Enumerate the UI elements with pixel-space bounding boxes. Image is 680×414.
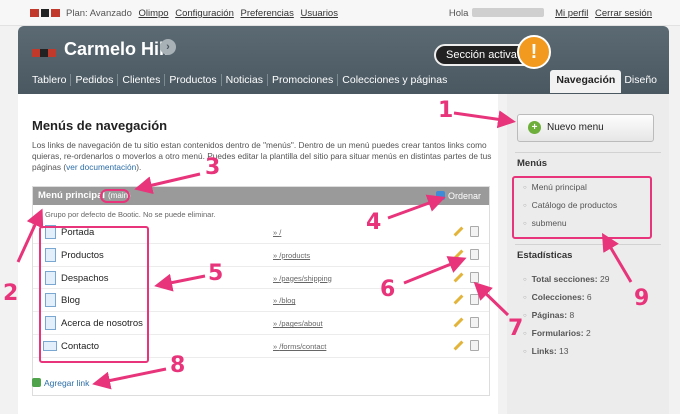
- menu-note: Grupo por defecto de Bootic. No se puede…: [45, 210, 216, 219]
- annotation-number-1: 1: [438, 98, 454, 123]
- plan-and-links: Plan: Avanzado Olimpo Configuración Pref…: [66, 8, 338, 19]
- intro-text: Los links de navegación de tu sitio esta…: [32, 140, 497, 173]
- go-to-store-icon[interactable]: ›: [160, 39, 176, 55]
- nav-diseno[interactable]: Diseño: [624, 74, 657, 86]
- store-header: Carmelo Hill › Tablero Pedidos Clientes Pro…: [18, 26, 669, 94]
- stat-label: Páginas:: [531, 310, 568, 320]
- link-configuracion[interactable]: Configuración: [175, 8, 234, 19]
- nav-clientes[interactable]: Clientes: [118, 74, 166, 86]
- menu-name: Menú principal: [38, 190, 106, 201]
- new-menu-label: Nuevo menu: [547, 122, 604, 133]
- menus-heading: Menús: [517, 158, 548, 169]
- menu-item-url[interactable]: » /pages/shipping: [273, 274, 332, 283]
- stat-value: 8: [569, 310, 575, 320]
- stat-value: 29: [599, 274, 610, 284]
- annotation-number-9: 9: [634, 286, 650, 311]
- blurred-username: [472, 8, 545, 17]
- documentation-link[interactable]: ver documentación: [66, 162, 136, 172]
- nav-navegacion[interactable]: Navegación: [550, 70, 622, 93]
- stat-value: 6: [586, 292, 592, 302]
- stat-value: 13: [559, 346, 569, 356]
- link-olimpo[interactable]: Olimpo: [139, 8, 169, 19]
- link-preferencias[interactable]: Preferencias: [241, 8, 294, 19]
- nav-pedidos[interactable]: Pedidos: [71, 74, 119, 86]
- stats-heading: Estadísticas: [517, 250, 573, 261]
- delete-trash-icon[interactable]: [470, 226, 479, 237]
- add-link-button[interactable]: Agregar link: [32, 378, 89, 388]
- link-usuarios[interactable]: Usuarios: [300, 8, 338, 19]
- stat-label: Links:: [531, 346, 557, 356]
- logout-link[interactable]: Cerrar sesión: [595, 8, 652, 19]
- top-bar: Plan: Avanzado Olimpo Configuración Pref…: [0, 0, 680, 26]
- menu-code-highlight: [100, 189, 130, 203]
- user-area: Hola Mi perfil Cerrar sesión: [449, 8, 652, 19]
- nav-promociones[interactable]: Promociones: [267, 74, 339, 86]
- nav-right: Navegación Diseño: [550, 70, 657, 93]
- url-text: /forms/contact: [279, 341, 327, 351]
- divider: [515, 152, 661, 153]
- edit-pencil-icon[interactable]: [451, 338, 467, 354]
- menu-item-url[interactable]: » /: [273, 228, 281, 237]
- store-logo-icon: [32, 49, 56, 57]
- edit-pencil-icon[interactable]: [451, 247, 467, 263]
- annotation-number-8: 8: [170, 353, 186, 378]
- nav-productos[interactable]: Productos: [165, 74, 222, 86]
- annotation-number-4: 4: [366, 210, 382, 235]
- delete-trash-icon[interactable]: [470, 294, 479, 306]
- annotation-number-7: 7: [508, 316, 524, 341]
- divider: [515, 244, 661, 245]
- plus-icon: +: [528, 121, 541, 134]
- edit-pencil-icon[interactable]: [451, 315, 467, 331]
- page-title: Menús de navegación: [32, 118, 168, 133]
- delete-trash-icon[interactable]: [470, 317, 479, 329]
- delete-trash-icon[interactable]: [470, 271, 479, 283]
- nav-colecciones[interactable]: Colecciones y páginas: [338, 74, 451, 86]
- url-text: /blog: [279, 296, 296, 306]
- menu-item-url[interactable]: » /products: [273, 251, 310, 260]
- delete-trash-icon[interactable]: [470, 248, 479, 260]
- url-text: /pages/about: [279, 319, 323, 329]
- nav-tablero[interactable]: Tablero: [28, 74, 72, 86]
- greeting: Hola: [448, 8, 469, 19]
- url-text: /pages/shipping: [279, 273, 332, 283]
- delete-trash-icon[interactable]: [470, 339, 479, 351]
- plan-label: Plan: Avanzado: [66, 8, 132, 19]
- edit-pencil-icon[interactable]: [451, 292, 467, 308]
- add-link-icon: [32, 378, 41, 387]
- url-text: /: [279, 228, 282, 237]
- stats-list: Total secciones: 29 Colecciones: 6 Págin…: [517, 270, 657, 360]
- stat-value: 2: [585, 328, 591, 338]
- nav-noticias[interactable]: Noticias: [221, 74, 268, 86]
- edit-pencil-icon[interactable]: [451, 224, 467, 240]
- profile-link[interactable]: Mi perfil: [555, 8, 588, 19]
- alert-icon: !: [517, 35, 551, 69]
- sidebar: +Nuevo menu Menús Menú principal Catálog…: [507, 94, 669, 414]
- stat-label: Total secciones:: [531, 274, 598, 284]
- stat-item: Formularios: 2: [517, 324, 657, 342]
- menu-items-highlight: [39, 226, 149, 363]
- url-text: /products: [279, 250, 311, 260]
- stat-item: Links: 13: [517, 342, 657, 360]
- annotation-number-3: 3: [205, 155, 221, 180]
- order-icon: [435, 191, 445, 200]
- store-name[interactable]: Carmelo Hill: [64, 39, 169, 60]
- add-link-label: Agregar link: [44, 378, 90, 388]
- order-button[interactable]: Ordenar: [435, 187, 481, 205]
- stat-label: Colecciones:: [531, 292, 585, 302]
- brand-logo: [30, 9, 60, 17]
- order-label: Ordenar: [447, 191, 481, 201]
- main-nav: Tablero Pedidos Clientes Productos Noticias P…: [28, 74, 451, 86]
- annotation-number-5: 5: [208, 261, 224, 286]
- sidebar-menus-highlight: [512, 176, 652, 239]
- intro-end: ).: [136, 162, 142, 172]
- menu-item-url[interactable]: » /pages/about: [273, 319, 323, 328]
- new-menu-button[interactable]: + Nuevo menu: [517, 114, 654, 142]
- annotation-number-6: 6: [380, 277, 396, 302]
- annotation-number-2: 2: [3, 281, 19, 306]
- edit-pencil-icon[interactable]: [451, 269, 467, 285]
- menu-item-url[interactable]: » /forms/contact: [273, 342, 326, 351]
- stat-label: Formularios:: [531, 328, 584, 338]
- menu-item-url[interactable]: » /blog: [273, 296, 296, 305]
